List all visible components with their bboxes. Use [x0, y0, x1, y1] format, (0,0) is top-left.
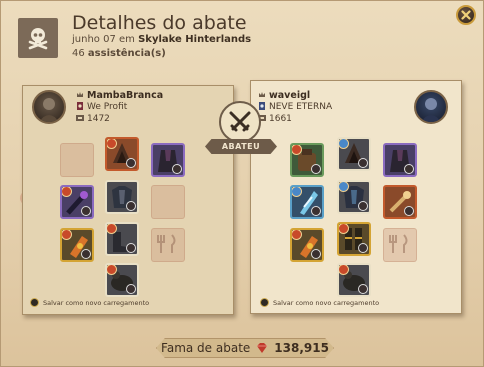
killer-avatar[interactable]	[32, 90, 66, 124]
equipment-slot-bag[interactable]	[60, 143, 94, 177]
tier-badge	[339, 265, 349, 275]
equipment-slot-mainhand[interactable]	[290, 185, 324, 219]
killer-save-loadout-button[interactable]: Salvar como novo carregamento	[30, 298, 149, 307]
location-name: Skylake Hinterlands	[138, 34, 252, 45]
killer-guild[interactable]: We Profit	[76, 102, 127, 112]
fame-value: 138,915	[274, 341, 329, 355]
item-power-icon	[76, 115, 84, 121]
assists-count: 46 assistência(s)	[72, 48, 166, 59]
victim-save-loadout-button[interactable]: Salvar como novo carregamento	[260, 298, 379, 307]
equipment-slot-offhand[interactable]	[383, 185, 417, 219]
equipment-slot-head[interactable]	[337, 137, 371, 171]
equipment-slot-head[interactable]	[105, 137, 139, 171]
killer-item-power: 1472	[76, 114, 110, 124]
crown-icon	[77, 92, 83, 97]
enchantment-badge	[358, 158, 368, 168]
equipment-slot-food[interactable]	[383, 228, 417, 262]
enchantment-badge	[81, 249, 91, 259]
kill-fame-bar: Fama de abate 138,915	[156, 338, 334, 358]
enchantment-badge	[358, 284, 368, 294]
skull-crossbones-icon	[18, 18, 58, 58]
tier-badge	[292, 187, 302, 197]
equipment-slot-food[interactable]	[151, 228, 185, 262]
victim-name[interactable]: waveigl	[258, 90, 310, 101]
equipment-slot-potion[interactable]	[60, 228, 94, 262]
tier-badge	[107, 224, 117, 234]
enchantment-badge	[404, 164, 414, 174]
dialog-title: Detalhes do abate	[72, 12, 247, 34]
tier-badge	[339, 182, 349, 192]
fame-label: Fama de abate	[161, 341, 251, 355]
tier-badge	[292, 230, 302, 240]
tier-badge	[107, 139, 117, 149]
enchantment-badge	[126, 243, 136, 253]
tier-badge	[107, 265, 117, 275]
enchantment-badge	[404, 206, 414, 216]
victim-guild[interactable]: NEVE ETERNA	[258, 102, 332, 112]
equipment-slot-cape[interactable]	[151, 143, 185, 177]
tier-badge	[62, 187, 72, 197]
tier-badge	[62, 230, 72, 240]
enchantment-badge	[311, 249, 321, 259]
enchantment-badge	[172, 164, 182, 174]
equipment-slot-bag[interactable]	[290, 143, 324, 177]
crown-icon	[259, 92, 265, 97]
victim-avatar[interactable]	[414, 90, 448, 124]
enchantment-badge	[81, 206, 91, 216]
fame-gem-icon	[257, 343, 268, 353]
kill-label: ABATEU	[205, 139, 277, 154]
equipment-slot-mount[interactable]	[105, 263, 139, 297]
equipment-slot-armor[interactable]	[105, 180, 139, 214]
save-loadout-icon	[260, 298, 269, 307]
enchantment-badge	[358, 201, 368, 211]
equipment-slot-shoes[interactable]	[337, 222, 371, 256]
fork-knife-icon	[389, 234, 408, 253]
enchantment-badge	[126, 284, 136, 294]
enchantment-badge	[311, 164, 321, 174]
equipment-slot-offhand[interactable]	[151, 185, 185, 219]
equipment-slot-mainhand[interactable]	[60, 185, 94, 219]
equipment-slot-shoes[interactable]	[105, 222, 139, 256]
kill-date-location: junho 07 em Skylake Hinterlands	[72, 34, 252, 45]
guild-banner-icon	[259, 102, 265, 110]
tier-badge	[339, 139, 349, 149]
enchantment-badge	[126, 158, 136, 168]
save-loadout-icon	[30, 298, 39, 307]
guild-banner-icon	[77, 102, 83, 110]
equipment-slot-potion[interactable]	[290, 228, 324, 262]
tier-badge	[292, 145, 302, 155]
killer-name[interactable]: MambaBranca	[76, 90, 163, 101]
close-button[interactable]	[456, 5, 476, 25]
equipment-slot-armor[interactable]	[337, 180, 371, 214]
crossed-swords-icon	[219, 101, 261, 143]
enchantment-badge	[311, 206, 321, 216]
enchantment-badge	[358, 243, 368, 253]
equipment-slot-mount[interactable]	[337, 263, 371, 297]
tier-badge	[339, 224, 349, 234]
victim-item-power: 1661	[258, 114, 292, 124]
fork-knife-icon	[157, 234, 176, 253]
equipment-slot-cape[interactable]	[383, 143, 417, 177]
enchantment-badge	[126, 201, 136, 211]
close-icon	[461, 10, 471, 20]
